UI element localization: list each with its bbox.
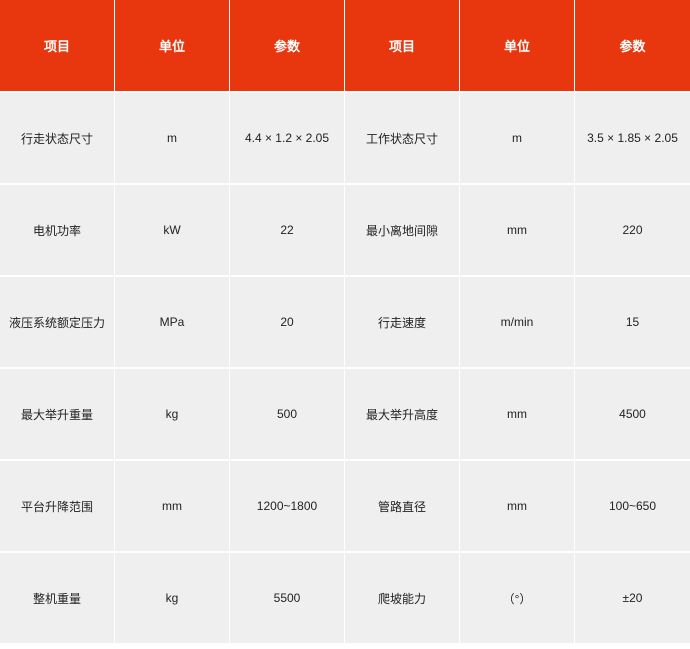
- param-value: 4500: [575, 369, 690, 461]
- param-value: 100~650: [575, 461, 690, 553]
- unit: mm: [460, 461, 575, 553]
- param-value: 4.4 × 1.2 × 2.05: [230, 93, 345, 185]
- item-name: 行走状态尺寸: [0, 93, 115, 185]
- header-param-2: 参数: [575, 0, 690, 93]
- item-name: 工作状态尺寸: [345, 93, 460, 185]
- header-unit-1: 单位: [115, 0, 230, 93]
- unit: kg: [115, 369, 230, 461]
- header-row: 项目 单位 参数 项目 单位 参数: [0, 0, 690, 93]
- table-row: 整机重量 kg 5500 爬坡能力 （°） ±20: [0, 553, 690, 645]
- header-param-1: 参数: [230, 0, 345, 93]
- param-value: 3.5 × 1.85 × 2.05: [575, 93, 690, 185]
- header-item-1: 项目: [0, 0, 115, 93]
- table-row: 液压系统额定压力 MPa 20 行走速度 m/min 15: [0, 277, 690, 369]
- unit: kW: [115, 185, 230, 277]
- param-value: ±20: [575, 553, 690, 645]
- unit: m/min: [460, 277, 575, 369]
- param-value: 20: [230, 277, 345, 369]
- item-name: 整机重量: [0, 553, 115, 645]
- param-value: 1200~1800: [230, 461, 345, 553]
- item-name: 管路直径: [345, 461, 460, 553]
- unit: mm: [115, 461, 230, 553]
- unit: mm: [460, 185, 575, 277]
- unit: （°）: [460, 553, 575, 645]
- spec-table: 项目 单位 参数 项目 单位 参数 行走状态尺寸 m 4.4 × 1.2 × 2…: [0, 0, 690, 645]
- item-name: 行走速度: [345, 277, 460, 369]
- unit: kg: [115, 553, 230, 645]
- param-value: 500: [230, 369, 345, 461]
- item-name: 爬坡能力: [345, 553, 460, 645]
- param-value: 5500: [230, 553, 345, 645]
- item-name: 电机功率: [0, 185, 115, 277]
- table-row: 电机功率 kW 22 最小离地间隙 mm 220: [0, 185, 690, 277]
- table-row: 行走状态尺寸 m 4.4 × 1.2 × 2.05 工作状态尺寸 m 3.5 ×…: [0, 93, 690, 185]
- item-name: 最小离地间隙: [345, 185, 460, 277]
- item-name: 最大举升高度: [345, 369, 460, 461]
- unit: MPa: [115, 277, 230, 369]
- header-item-2: 项目: [345, 0, 460, 93]
- param-value: 22: [230, 185, 345, 277]
- table-row: 平台升降范围 mm 1200~1800 管路直径 mm 100~650: [0, 461, 690, 553]
- unit: m: [460, 93, 575, 185]
- param-value: 220: [575, 185, 690, 277]
- header-unit-2: 单位: [460, 0, 575, 93]
- item-name: 液压系统额定压力: [0, 277, 115, 369]
- item-name: 平台升降范围: [0, 461, 115, 553]
- unit: m: [115, 93, 230, 185]
- param-value: 15: [575, 277, 690, 369]
- item-name: 最大举升重量: [0, 369, 115, 461]
- table-row: 最大举升重量 kg 500 最大举升高度 mm 4500: [0, 369, 690, 461]
- unit: mm: [460, 369, 575, 461]
